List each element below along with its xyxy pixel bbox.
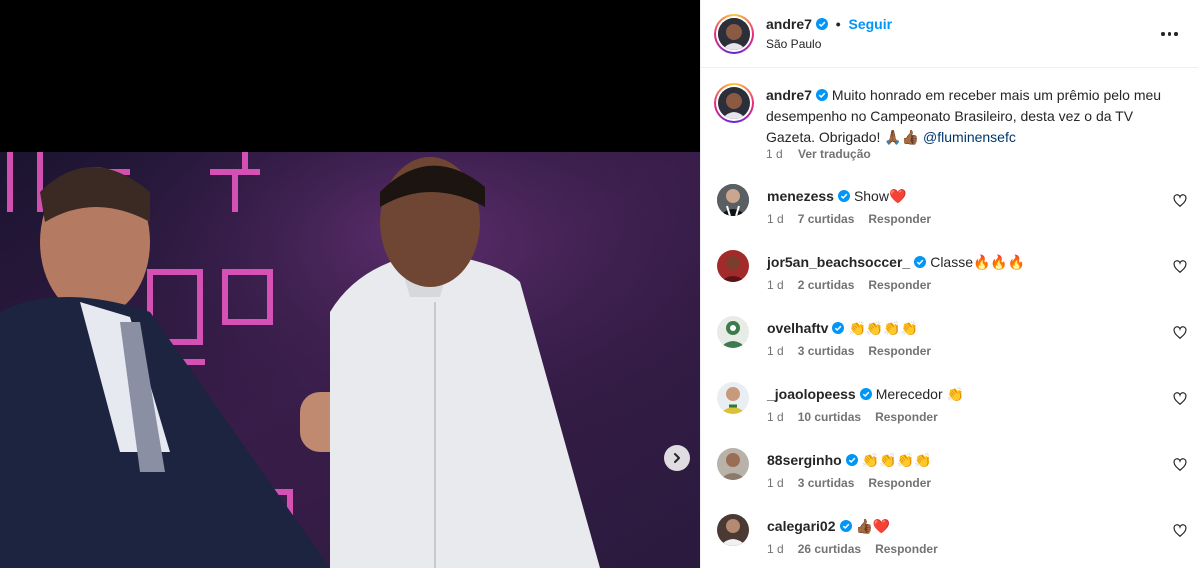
comment-item: jor5an_beachsoccer_ Classe🔥🔥🔥 1 d 2 curtid…: [701, 250, 1198, 316]
verified-badge-icon: [914, 256, 927, 268]
comment-username[interactable]: jor5an_beachsoccer_: [767, 254, 910, 270]
post-details-panel: andre7 • Seguir São Paulo andre7 Muito ho…: [700, 0, 1198, 568]
heart-outline-icon[interactable]: [1173, 458, 1187, 472]
verified-badge-icon: [839, 520, 852, 532]
caption-username[interactable]: andre7: [766, 87, 812, 103]
comment-likes[interactable]: 3 curtidas: [798, 476, 855, 490]
caption-text-block: andre7 Muito honrado em receber mais um p…: [766, 85, 1176, 148]
comment-time: 1 d: [767, 476, 784, 490]
heart-outline-icon[interactable]: [1173, 524, 1187, 538]
post-header: andre7 • Seguir São Paulo: [701, 0, 1198, 68]
caption-mention-link[interactable]: @fluminensefc: [923, 129, 1016, 145]
chevron-right-icon: [674, 453, 680, 463]
verified-badge-icon: [832, 322, 845, 334]
author-username[interactable]: andre7: [766, 16, 812, 32]
comment-time: 1 d: [767, 344, 784, 358]
verified-badge-icon: [837, 190, 850, 202]
reply-button[interactable]: Responder: [875, 542, 938, 556]
post-location[interactable]: São Paulo: [766, 37, 821, 51]
comment-item: calegari02 👍🏾❤️ 1 d 26 curtidas Responder: [701, 514, 1198, 568]
caption-meta: 1 d Ver tradução: [766, 147, 871, 161]
heart-outline-icon[interactable]: [1173, 326, 1187, 340]
comment-username[interactable]: _joaolopeess: [767, 386, 856, 402]
comment-username[interactable]: menezess: [767, 188, 834, 204]
comment-item: menezess Show❤️ 1 d 7 curtidas Responder: [701, 184, 1198, 250]
comment-time: 1 d: [767, 212, 784, 226]
comment-time: 1 d: [767, 410, 784, 424]
comment-text: 👏👏👏👏: [861, 452, 932, 468]
reply-button[interactable]: Responder: [868, 476, 931, 490]
comment-time: 1 d: [767, 278, 784, 292]
verified-badge-icon: [859, 388, 872, 400]
author-name-row: andre7 • Seguir: [766, 16, 892, 32]
comment-text: Merecedor 👏: [875, 386, 964, 402]
comment-avatar[interactable]: [717, 514, 749, 546]
verified-badge-icon: [815, 89, 828, 101]
comment-time: 1 d: [767, 542, 784, 556]
comment-avatar[interactable]: [717, 316, 749, 348]
separator-dot: •: [835, 16, 841, 32]
comment-likes[interactable]: 26 curtidas: [798, 542, 861, 556]
verified-badge-icon: [845, 454, 858, 466]
comment-text: 👏👏👏👏: [848, 320, 919, 336]
comment-likes[interactable]: 10 curtidas: [798, 410, 861, 424]
follow-button[interactable]: Seguir: [849, 16, 893, 32]
see-translation-link[interactable]: Ver tradução: [798, 147, 871, 161]
comment-avatar[interactable]: [717, 250, 749, 282]
comment-item: _joaolopeess Merecedor 👏 1 d 10 curtidas Re…: [701, 382, 1198, 448]
heart-outline-icon[interactable]: [1173, 260, 1187, 274]
reply-button[interactable]: Responder: [868, 344, 931, 358]
verified-badge-icon: [815, 18, 828, 30]
reply-button[interactable]: Responder: [868, 212, 931, 226]
reply-button[interactable]: Responder: [868, 278, 931, 292]
comment-username[interactable]: calegari02: [767, 518, 836, 534]
post-photo: [0, 152, 700, 568]
comment-likes[interactable]: 7 curtidas: [798, 212, 855, 226]
comment-avatar[interactable]: [717, 448, 749, 480]
reply-button[interactable]: Responder: [875, 410, 938, 424]
comment-item: 88serginho 👏👏👏👏 1 d 3 curtidas Responder: [701, 448, 1198, 514]
media-viewer: [0, 0, 700, 568]
next-photo-button[interactable]: [664, 445, 690, 471]
author-avatar[interactable]: [714, 14, 754, 54]
caption-author-avatar[interactable]: [714, 83, 754, 123]
caption-time: 1 d: [766, 147, 783, 161]
comment-likes[interactable]: 3 curtidas: [798, 344, 855, 358]
comment-text: Show❤️: [853, 188, 907, 204]
comment-username[interactable]: 88serginho: [767, 452, 842, 468]
more-options-icon[interactable]: [1161, 26, 1181, 42]
comment-text: Classe🔥🔥🔥: [930, 254, 1026, 270]
heart-outline-icon[interactable]: [1173, 392, 1187, 406]
comment-username[interactable]: ovelhaftv: [767, 320, 828, 336]
comment-text: 👍🏾❤️: [855, 518, 891, 534]
comment-likes[interactable]: 2 curtidas: [798, 278, 855, 292]
comment-item: ovelhaftv 👏👏👏👏 1 d 3 curtidas Responder: [701, 316, 1198, 382]
comment-avatar[interactable]: [717, 382, 749, 414]
heart-outline-icon[interactable]: [1173, 194, 1187, 208]
comment-avatar[interactable]: [717, 184, 749, 216]
